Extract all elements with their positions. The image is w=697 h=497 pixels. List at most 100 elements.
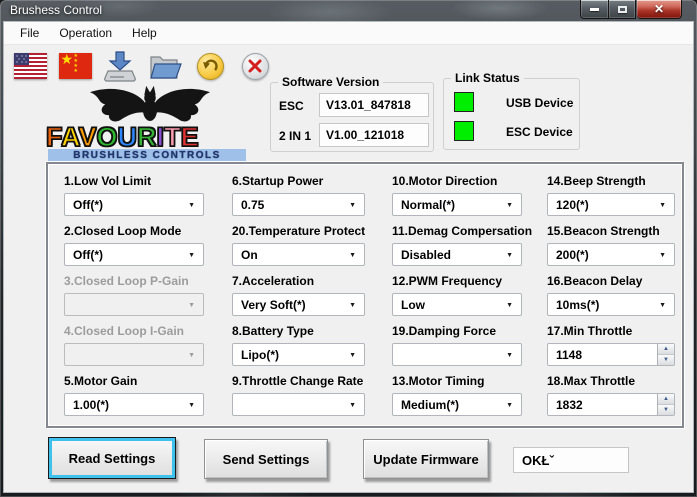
field-beep-strength: 14.Beep Strength 120(*) ▼ — [547, 174, 675, 224]
menu-file[interactable]: File — [10, 23, 49, 43]
chevron-down-icon: ▼ — [188, 302, 195, 309]
english-language-button[interactable] — [12, 49, 48, 83]
cancel-x-icon — [241, 52, 269, 80]
chevron-down-icon: ▼ — [349, 402, 356, 409]
save-settings-button[interactable] — [102, 49, 138, 83]
chevron-down-icon: ▼ — [506, 252, 513, 259]
chevron-down-icon: ▼ — [659, 202, 666, 209]
min-throttle-spinner[interactable]: 1148 ▲ ▼ — [547, 343, 675, 366]
window-title: Brushess Control — [10, 3, 103, 17]
usb-device-label: USB Device — [506, 96, 574, 110]
esc-device-indicator — [454, 121, 474, 141]
esc-version-label: ESC — [279, 99, 304, 113]
max-throttle-spinner[interactable]: 1832 ▲ ▼ — [547, 393, 675, 416]
save-disk-icon — [104, 51, 136, 82]
menu-help[interactable]: Help — [122, 23, 167, 43]
demag-compersation-combobox[interactable]: Disabled ▼ — [392, 243, 522, 266]
motor-direction-combobox[interactable]: Normal(*) ▼ — [392, 193, 522, 216]
2in1-version-value: V1.00_121018 — [319, 123, 429, 147]
chevron-down-icon: ▼ — [506, 202, 513, 209]
field-motor-direction: 10.Motor Direction Normal(*) ▼ — [392, 174, 522, 224]
acceleration-combobox[interactable]: Very Soft(*) ▼ — [232, 293, 365, 316]
motor-gain-combobox[interactable]: 1.00(*) ▼ — [64, 393, 204, 416]
logo-letter: O — [96, 121, 118, 152]
menu-operation[interactable]: Operation — [49, 23, 122, 43]
temperature-protect-combobox[interactable]: On ▼ — [232, 243, 365, 266]
damping-force-combobox[interactable]: ▼ — [392, 343, 522, 366]
open-file-button[interactable] — [147, 49, 183, 83]
chevron-down-icon: ▼ — [188, 202, 195, 209]
chevron-down-icon: ▼ — [349, 202, 356, 209]
settings-column-4: 14.Beep Strength 120(*) ▼ 15.Beacon Stre… — [547, 174, 675, 424]
field-damping-force: 19.Damping Force ▼ — [392, 324, 522, 374]
low-vol-limit-combobox[interactable]: Off(*) ▼ — [64, 193, 204, 216]
maximize-button[interactable] — [609, 0, 636, 19]
esc-device-label: ESC Device — [506, 125, 573, 139]
app-window: Brushess Control ✕ File Operation Help ★… — [0, 0, 697, 497]
undo-arrow-icon — [196, 52, 224, 80]
status-textbox[interactable]: OKŁˇ — [513, 447, 629, 473]
beep-strength-combobox[interactable]: 120(*) ▼ — [547, 193, 675, 216]
chevron-down-icon: ▼ — [188, 352, 195, 359]
chevron-down-icon: ▼ — [659, 302, 666, 309]
closed-loop-p-gain-combobox: ▼ — [64, 293, 204, 316]
update-firmware-button[interactable]: Update Firmware — [363, 439, 489, 479]
beacon-strength-combobox[interactable]: 200(*) ▼ — [547, 243, 675, 266]
cancel-button[interactable] — [237, 49, 273, 83]
usb-device-indicator — [454, 92, 474, 112]
field-min-throttle: 17.Min Throttle 1148 ▲ ▼ — [547, 324, 675, 374]
software-version-group: Software Version ESC V13.01_847818 2 IN … — [270, 75, 434, 152]
chevron-down-icon: ▼ — [349, 252, 356, 259]
window-controls: ✕ — [580, 0, 682, 19]
logo-letter: T — [163, 121, 181, 152]
close-icon: ✕ — [653, 2, 665, 16]
field-startup-power: 6.Startup Power 0.75 ▼ — [232, 174, 365, 224]
logo-letter: I — [156, 121, 165, 152]
china-flag-icon: ★ ★ ★ ★ ★ — [58, 52, 92, 79]
field-beacon-strength: 15.Beacon Strength 200(*) ▼ — [547, 224, 675, 274]
chevron-down-icon: ▼ — [188, 252, 195, 259]
close-button[interactable]: ✕ — [637, 0, 682, 19]
throttle-change-rate-combobox[interactable]: ▼ — [232, 393, 365, 416]
spin-down-icon[interactable]: ▼ — [658, 355, 674, 365]
field-demag-compersation: 11.Demag Compersation Disabled ▼ — [392, 224, 532, 274]
spin-down-icon[interactable]: ▼ — [658, 405, 674, 415]
pwm-frequency-combobox[interactable]: Low ▼ — [392, 293, 522, 316]
field-motor-gain: 5.Motor Gain 1.00(*) ▼ — [64, 374, 204, 424]
logo-letter: V — [78, 121, 97, 152]
logo-subtitle: BRUSHLESS CONTROLS — [48, 149, 246, 162]
chevron-down-icon: ▼ — [506, 402, 513, 409]
startup-power-combobox[interactable]: 0.75 ▼ — [232, 193, 365, 216]
logo-letter: F — [45, 121, 62, 152]
send-settings-button[interactable]: Send Settings — [204, 439, 328, 479]
esc-version-value: V13.01_847818 — [319, 93, 429, 117]
beacon-delay-combobox[interactable]: 10ms(*) ▼ — [547, 293, 675, 316]
settings-column-1: 1.Low Vol Limit Off(*) ▼ 2.Closed Loop M… — [64, 174, 204, 424]
motor-timing-combobox[interactable]: Medium(*) ▼ — [392, 393, 522, 416]
maximize-icon — [617, 5, 627, 13]
field-closed-loop-mode: 2.Closed Loop Mode Off(*) ▼ — [64, 224, 204, 274]
field-motor-timing: 13.Motor Timing Medium(*) ▼ — [392, 374, 522, 424]
chevron-down-icon: ▼ — [506, 302, 513, 309]
field-battery-type: 8.Battery Type Lipo(*) ▼ — [232, 324, 365, 374]
spin-up-icon[interactable]: ▲ — [658, 344, 674, 355]
battery-type-combobox[interactable]: Lipo(*) ▼ — [232, 343, 365, 366]
read-settings-button[interactable]: Read Settings — [48, 437, 176, 479]
closed-loop-mode-combobox[interactable]: Off(*) ▼ — [64, 243, 204, 266]
link-status-group: Link Status USB Device ESC Device — [443, 71, 580, 150]
settings-column-3: 10.Motor Direction Normal(*) ▼ 11.Demag … — [392, 174, 532, 424]
minimize-button[interactable] — [580, 0, 609, 19]
chinese-language-button[interactable]: ★ ★ ★ ★ ★ — [57, 49, 93, 83]
undo-button[interactable] — [192, 49, 228, 83]
chevron-down-icon: ▼ — [188, 402, 195, 409]
brand-logo: FAVOURITE BRUSHLESS CONTROLS — [40, 82, 260, 162]
title-bar[interactable]: Brushess Control ✕ — [0, 0, 697, 22]
spin-up-icon[interactable]: ▲ — [658, 394, 674, 405]
field-temperature-protect: 20.Temperature Protect On ▼ — [232, 224, 365, 274]
field-closed-loop-i-gain: 4.Closed Loop I-Gain ▼ — [64, 324, 204, 374]
chevron-down-icon: ▼ — [349, 352, 356, 359]
closed-loop-i-gain-combobox: ▼ — [64, 343, 204, 366]
link-status-title: Link Status — [451, 71, 524, 85]
client-area: File Operation Help ★ ★ ★ ★ ★ FAVOURITE … — [4, 22, 693, 492]
field-closed-loop-p-gain: 3.Closed Loop P-Gain ▼ — [64, 274, 204, 324]
